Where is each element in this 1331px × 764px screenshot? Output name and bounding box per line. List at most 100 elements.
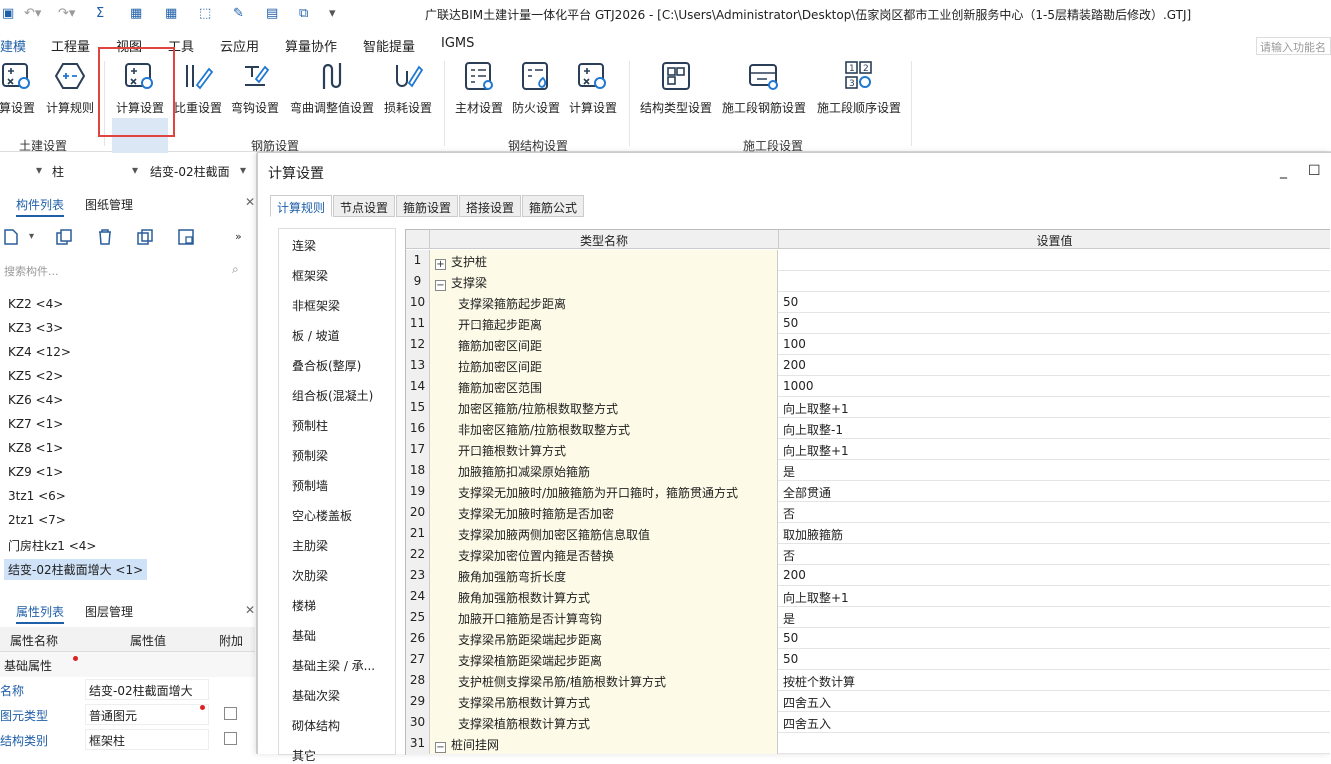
table-row[interactable]: 14 箍筋加密区范围 1000 — [406, 376, 1330, 397]
setting-value-cell[interactable]: 1000 — [779, 376, 1330, 397]
menu-modeling[interactable]: 建模 — [0, 36, 26, 55]
menu-igms[interactable]: IGMS — [441, 36, 474, 51]
setting-value-cell[interactable]: 向上取整+1 — [779, 397, 1330, 418]
table-row[interactable]: 28 支护桩侧支撑梁吊筋/植筋根数计算方式 按桩个数计算 — [406, 670, 1330, 691]
property-row[interactable]: 结构类别 框架柱 — [0, 727, 255, 752]
film-icon[interactable]: ▤ — [266, 6, 278, 21]
ribbon-bend-adjust-settings[interactable]: 弯曲调整值设置 — [288, 59, 376, 116]
attach-checkbox[interactable] — [224, 732, 237, 745]
close-icon[interactable]: ✕ — [245, 195, 255, 209]
category-item[interactable]: 框架梁 — [292, 267, 328, 284]
category-item[interactable]: 其它 — [292, 747, 316, 764]
category-item[interactable]: 次肋梁 — [292, 567, 328, 584]
save-icon[interactable]: ▣ — [2, 6, 14, 21]
ribbon-calc-rules[interactable]: 计算规则 — [44, 59, 96, 116]
setting-value-cell[interactable]: 向上取整+1 — [779, 586, 1330, 607]
tab-calc-rules[interactable]: 计算规则 — [270, 195, 333, 217]
table-row[interactable]: 25 加腋开口箍筋是否计算弯钩 是 — [406, 607, 1330, 628]
table-row[interactable]: 17 开口箍根数计算方式 向上取整+1 — [406, 439, 1330, 460]
property-row[interactable]: 名称 结变-02柱截面增大 — [0, 677, 255, 702]
ribbon-structure-type-settings[interactable]: 结构类型设置 — [638, 59, 714, 116]
menu-cloud[interactable]: 云应用 — [220, 36, 259, 55]
table-row[interactable]: 12 箍筋加密区间距 100 — [406, 334, 1330, 355]
list-item[interactable]: 2tz1 <7> — [8, 513, 66, 527]
more-icon[interactable]: » — [235, 230, 253, 248]
setting-value-cell[interactable] — [779, 250, 1330, 271]
setting-value-cell[interactable]: 200 — [779, 355, 1330, 376]
collapse-icon[interactable]: − — [435, 280, 446, 291]
setting-value-cell[interactable]: 是 — [779, 460, 1330, 481]
group-row[interactable]: 1 + 支护桩 — [406, 250, 1330, 271]
setting-value-cell[interactable]: 四舍五入 — [779, 712, 1330, 733]
ribbon-weight-settings[interactable]: 比重设置 — [172, 59, 224, 116]
function-search-input[interactable]: 请输入功能名 — [1256, 37, 1331, 55]
tab-stirrup-settings[interactable]: 箍筋设置 — [396, 195, 459, 217]
list-item[interactable]: 门房柱kz1 <4> — [8, 537, 96, 554]
setting-value-cell[interactable]: 50 — [779, 628, 1330, 649]
category-item[interactable]: 叠合板(整厚) — [292, 357, 361, 374]
table-row[interactable]: 19 支撑梁无加腋时/加腋箍筋为开口箍时，箍筋贯通方式 全部贯通 — [406, 481, 1330, 502]
tab-property-list[interactable]: 属性列表 — [16, 603, 65, 624]
category-item[interactable]: 楼梯 — [292, 597, 316, 614]
list-item[interactable]: KZ2 <4> — [8, 297, 63, 311]
property-value-field[interactable]: 框架柱 — [85, 729, 209, 750]
category-item[interactable]: 预制墙 — [292, 477, 328, 494]
category-dropdown-arrow[interactable]: ▾ — [132, 163, 138, 177]
maximize-icon[interactable]: ☐ — [1308, 163, 1321, 179]
ribbon-hook-settings[interactable]: 弯钩设置 — [229, 59, 281, 116]
tab-layer-management[interactable]: 图层管理 — [85, 603, 133, 620]
property-value-field[interactable]: 普通图元 — [85, 704, 209, 725]
category-combo[interactable]: 柱 — [52, 163, 64, 180]
duplicate-icon[interactable] — [136, 228, 154, 246]
list-item[interactable]: KZ4 <12> — [8, 345, 71, 359]
new-component-icon[interactable] — [2, 228, 20, 246]
report-icon[interactable]: ▦ — [130, 6, 142, 21]
table-row[interactable]: 20 支撑梁无加腋时箍筋是否加密 否 — [406, 502, 1330, 523]
category-item[interactable]: 预制柱 — [292, 417, 328, 434]
category-item[interactable]: 非框架梁 — [292, 297, 340, 314]
minimize-icon[interactable]: _ — [1280, 163, 1287, 179]
table-row[interactable]: 23 腋角加强筋弯折长度 200 — [406, 565, 1330, 586]
table-row[interactable]: 22 支撑梁加密位置内箍是否替换 否 — [406, 544, 1330, 565]
list-item[interactable]: KZ7 <1> — [8, 417, 63, 431]
property-value-field[interactable]: 结变-02柱截面增大 — [85, 679, 209, 700]
ribbon-segment-rebar-settings[interactable]: 施工段钢筋设置 — [719, 59, 809, 116]
category-item[interactable]: 基础主梁 / 承... — [292, 657, 375, 674]
ribbon-fire-settings[interactable]: 防火设置 — [509, 59, 563, 116]
property-row[interactable]: 图元类型 普通图元 — [0, 702, 255, 727]
list-item[interactable]: 3tz1 <6> — [8, 489, 66, 503]
category-item[interactable]: 组合板(混凝土) — [292, 387, 373, 404]
table-row[interactable]: 27 支撑梁植筋距梁端起步距离 50 — [406, 649, 1330, 670]
tab-lap-settings[interactable]: 搭接设置 — [459, 195, 522, 217]
table-row[interactable]: 30 支撑梁植筋根数计算方式 四舍五入 — [406, 712, 1330, 733]
setting-value-cell[interactable]: 100 — [779, 334, 1330, 355]
setting-value-cell[interactable] — [779, 271, 1330, 292]
setting-value-cell[interactable]: 四舍五入 — [779, 691, 1330, 712]
component-dropdown-arrow[interactable]: ▾ — [240, 163, 246, 177]
category-item[interactable]: 基础次梁 — [292, 687, 340, 704]
category-item[interactable]: 预制梁 — [292, 447, 328, 464]
redo-icon[interactable]: ↷▾ — [58, 6, 75, 21]
table-row[interactable]: 10 支撑梁箍筋起步距离 50 — [406, 292, 1330, 313]
table-row[interactable]: 24 腋角加强筋根数计算方式 向上取整+1 — [406, 586, 1330, 607]
category-item[interactable]: 基础 — [292, 627, 316, 644]
group-row[interactable]: 31− 桩间挂网 — [406, 733, 1330, 754]
menu-collab[interactable]: 算量协作 — [285, 36, 337, 55]
search-icon[interactable]: ⌕ — [232, 262, 239, 277]
setting-value-cell[interactable]: 50 — [779, 313, 1330, 334]
setting-value-cell[interactable]: 按桩个数计算 — [779, 670, 1330, 691]
edit-icon[interactable]: ✎ — [233, 6, 244, 21]
collapse-icon[interactable]: − — [435, 742, 446, 753]
dropdown-arrow-icon[interactable]: ▾ — [29, 231, 47, 249]
table-row[interactable]: 16 非加密区箍筋/拉筋根数取整方式 向上取整-1 — [406, 418, 1330, 439]
ribbon-main-material-settings[interactable]: 主材设置 — [452, 59, 506, 116]
tab-stirrup-formula[interactable]: 箍筋公式 — [522, 195, 585, 217]
save-template-icon[interactable] — [177, 228, 195, 246]
copy-icon[interactable] — [55, 228, 73, 246]
ribbon-calc-settings-steel[interactable]: 计算设置 — [566, 59, 620, 116]
property-section-row[interactable]: 基础属性 — [0, 652, 255, 677]
setting-value-cell[interactable]: 是 — [779, 607, 1330, 628]
setting-value-cell[interactable]: 取加腋箍筋 — [779, 523, 1330, 544]
tab-drawing-management[interactable]: 图纸管理 — [85, 196, 133, 213]
setting-value-cell[interactable]: 向上取整-1 — [779, 418, 1330, 439]
